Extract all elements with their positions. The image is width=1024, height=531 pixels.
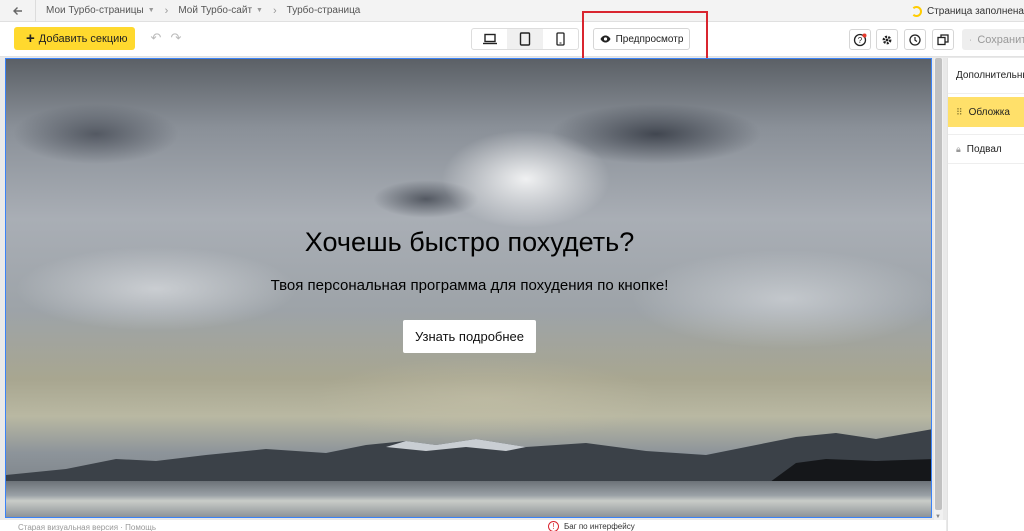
section-item-cover[interactable]: ⠿ Обложка xyxy=(948,97,1024,127)
tablet-icon xyxy=(519,32,531,46)
panel-header: Дополнительные xyxy=(948,58,1024,94)
save-button[interactable]: Сохранить xyxy=(962,29,1024,50)
preview-button[interactable]: Предпросмотр xyxy=(593,28,690,50)
drag-handle-icon[interactable]: ⠿ xyxy=(956,107,963,118)
caret-down-icon: ▼ xyxy=(256,7,263,14)
device-switcher xyxy=(471,28,579,50)
arrow-left-icon xyxy=(12,6,22,15)
add-section-label: Добавить секцию xyxy=(38,32,128,45)
help-icon: ? xyxy=(853,33,867,46)
section-item-footer[interactable]: 🔒︎ Подвал xyxy=(948,134,1024,164)
breadcrumb-label: Мой Турбо-сайт xyxy=(178,5,253,16)
section-item-label: Подвал xyxy=(966,143,1002,155)
breadcrumb-label: Мои Турбо-страницы xyxy=(46,5,144,16)
status-text: Страница заполнена xyxy=(926,5,1024,17)
duplicate-button[interactable] xyxy=(932,29,954,50)
undo-icon: ↶ xyxy=(150,30,162,45)
sections-panel: Дополнительные ⠿ Обложка 🔒︎ Подвал xyxy=(947,58,1024,531)
copy-icon xyxy=(937,33,949,45)
feedback-label: Баг по интерфейсу xyxy=(564,522,635,531)
history-button[interactable] xyxy=(904,29,926,50)
feedback-link[interactable]: ! Баг по интерфейсу xyxy=(548,521,635,531)
breadcrumb-item[interactable]: Мои Турбо-страницы ▼ xyxy=(36,5,155,16)
plus-icon: + xyxy=(26,30,35,47)
scrollbar-thumb[interactable] xyxy=(935,58,942,510)
preview-label: Предпросмотр xyxy=(615,33,684,45)
lock-icon: 🔒︎ xyxy=(956,143,961,154)
cover-section[interactable]: Хочешь быстро похудеть? Твоя персональна… xyxy=(5,58,932,518)
save-label: Сохранить xyxy=(977,33,1024,46)
breadcrumb-label: Турбо-страница xyxy=(286,5,361,16)
help-button[interactable]: ? xyxy=(849,29,871,50)
phone-icon xyxy=(556,32,565,46)
footer-links[interactable]: Старая визуальная версия · Помощь xyxy=(18,523,156,531)
water-surface xyxy=(6,481,931,517)
breadcrumb-item[interactable]: Мой Турбо-сайт ▼ xyxy=(168,5,263,16)
back-button[interactable] xyxy=(0,0,36,22)
page-status: Страница заполнена xyxy=(910,0,1024,22)
laptop-icon xyxy=(482,33,497,45)
section-item-label: Обложка xyxy=(968,106,1010,118)
breadcrumb-bar: Мои Турбо-страницы ▼ › Мой Турбо-сайт ▼ … xyxy=(0,0,1024,22)
redo-button[interactable]: ↷ xyxy=(168,30,184,46)
desktop-view-button[interactable] xyxy=(472,29,507,49)
mobile-view-button[interactable] xyxy=(543,29,578,49)
eye-icon xyxy=(600,35,611,43)
svg-text:?: ? xyxy=(858,36,863,45)
history-icon xyxy=(909,33,921,46)
editor-toolbar: + Добавить секцию ↶ ↷ Предпросмотр ? Сох… xyxy=(0,22,1024,57)
progress-ring-icon xyxy=(910,5,922,17)
add-section-button[interactable]: + Добавить секцию xyxy=(14,27,135,50)
gear-icon xyxy=(882,35,892,44)
floppy-disk-icon xyxy=(970,38,972,41)
breadcrumb-item-current: Турбо-страница xyxy=(277,5,361,16)
warning-icon: ! xyxy=(548,521,559,531)
tablet-view-button[interactable] xyxy=(507,29,543,49)
settings-button[interactable] xyxy=(876,29,898,50)
editor-footer: Старая визуальная версия · Помощь ! Баг … xyxy=(0,520,946,531)
cover-title[interactable]: Хочешь быстро похудеть? xyxy=(6,227,931,258)
cover-subtitle[interactable]: Твоя персональная программа для похудени… xyxy=(6,277,931,294)
undo-button[interactable]: ↶ xyxy=(148,30,164,46)
caret-down-icon: ▼ xyxy=(147,7,155,14)
canvas-scrollbar[interactable]: ▼ xyxy=(934,58,943,520)
cover-cta-button[interactable]: Узнать подробнее xyxy=(403,320,536,353)
redo-icon: ↷ xyxy=(170,30,182,45)
